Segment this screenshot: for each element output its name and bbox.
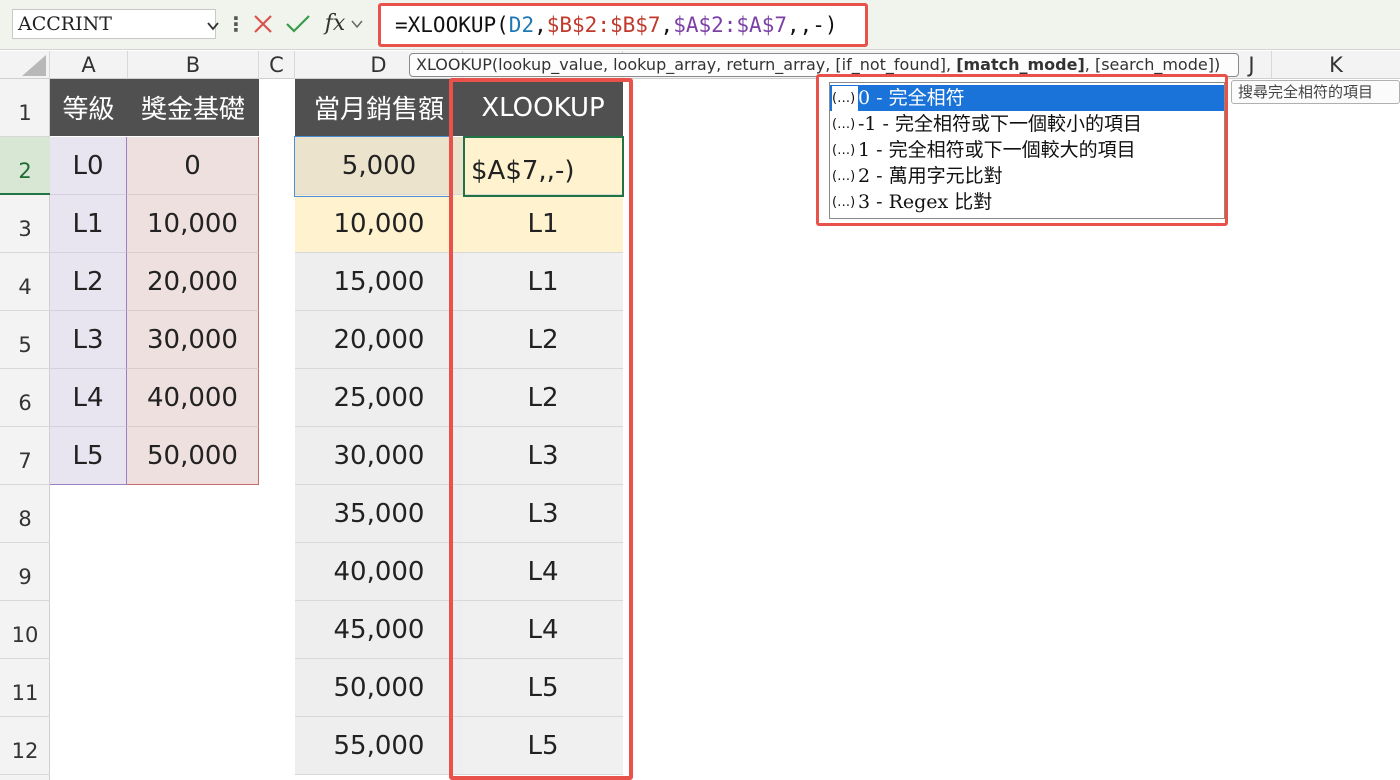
name-box[interactable]: ACCRINT xyxy=(12,9,219,39)
argument-icon: (…) xyxy=(832,195,856,210)
argument-icon: (…) xyxy=(832,169,856,184)
chevron-down-icon[interactable] xyxy=(207,20,219,32)
formula-comma: , xyxy=(660,13,674,37)
cell-e10[interactable]: L4 xyxy=(463,601,623,659)
match-mode-option-0[interactable]: (…) 0 - 完全相符 xyxy=(830,85,1224,112)
cell-d9[interactable]: 40,000 xyxy=(295,543,463,601)
cell-b2[interactable]: 0 xyxy=(127,137,259,195)
row-header-5[interactable]: 5 xyxy=(0,311,50,369)
cell-e5[interactable]: L2 xyxy=(463,311,623,369)
match-mode-option-label: 2 - 萬用字元比對 xyxy=(858,165,1003,187)
row-header-2[interactable]: 2 xyxy=(0,137,50,195)
row-header-10[interactable]: 10 xyxy=(0,601,50,659)
formula-ref-return-array: $A$2:$A$7 xyxy=(673,13,787,37)
cell-d7[interactable]: 30,000 xyxy=(295,427,463,485)
formula-input[interactable]: =XLOOKUP(D2,$B$2:$B$7,$A$2:$A$7,,-) xyxy=(378,3,868,47)
cell-e11[interactable]: L5 xyxy=(463,659,623,717)
match-mode-dropdown: (…) 0 - 完全相符 (…) -1 - 完全相符或下一個較小的項目 (…) 1 -… xyxy=(816,74,1228,226)
formula-comma: , xyxy=(534,13,547,37)
formula-fn: =XLOOKUP( xyxy=(395,13,509,37)
cell-b4[interactable]: 20,000 xyxy=(127,253,259,311)
row-header-11[interactable]: 11 xyxy=(0,659,50,717)
cell-a5[interactable]: L3 xyxy=(50,311,127,369)
cell-a3[interactable]: L1 xyxy=(50,195,127,253)
formula-bar: ACCRINT ⋮ fx =XLOOKUP(D2,$B$2:$B$7,$A$2:… xyxy=(0,0,1400,50)
cell-d6[interactable]: 25,000 xyxy=(295,369,463,427)
check-icon[interactable] xyxy=(285,9,311,39)
row-header-12[interactable]: 12 xyxy=(0,717,50,775)
formula-ref-lookup-value: D2 xyxy=(508,13,535,37)
match-mode-option-1[interactable]: (…) 1 - 完全相符或下一個較大的項目 xyxy=(830,137,1224,163)
cell-e7[interactable]: L3 xyxy=(463,427,623,485)
cell-a7[interactable]: L5 xyxy=(50,427,127,485)
table1-header-grade[interactable]: 等級 xyxy=(50,79,127,136)
close-icon[interactable] xyxy=(251,9,275,39)
row-header-6[interactable]: 6 xyxy=(0,369,50,427)
cell-b6[interactable]: 40,000 xyxy=(127,369,259,427)
formula-ref-lookup-array: $B$2:$B$7 xyxy=(546,13,661,37)
match-mode-option-label: 3 - Regex 比對 xyxy=(858,191,993,213)
cell-d3[interactable]: 10,000 xyxy=(295,195,463,253)
chevron-down-icon[interactable] xyxy=(350,9,364,39)
argument-icon: (…) xyxy=(832,143,856,158)
cell-a4[interactable]: L2 xyxy=(50,253,127,311)
cell-e3[interactable]: L1 xyxy=(463,195,623,253)
cell-e6[interactable]: L2 xyxy=(463,369,623,427)
table1-header-bonus[interactable]: 獎金基礎 xyxy=(127,79,259,136)
cell-d10[interactable]: 45,000 xyxy=(295,601,463,659)
row-header-column: 1 2 3 4 5 6 7 8 9 10 11 12 xyxy=(0,79,50,780)
cell-d12[interactable]: 55,000 xyxy=(295,717,463,775)
column-header-b[interactable]: B xyxy=(128,51,259,79)
match-mode-option-2[interactable]: (…) 2 - 萬用字元比對 xyxy=(830,163,1224,189)
cell-d4[interactable]: 15,000 xyxy=(295,253,463,311)
cell-d2[interactable]: 5,000 xyxy=(295,137,463,195)
more-options-icon[interactable]: ⋮ xyxy=(226,9,246,39)
cell-b5[interactable]: 30,000 xyxy=(127,311,259,369)
row-header-9[interactable]: 9 xyxy=(0,543,50,601)
match-mode-list: (…) 0 - 完全相符 (…) -1 - 完全相符或下一個較小的項目 (…) 1 -… xyxy=(829,82,1225,219)
syntax-suffix: , [search_mode]) xyxy=(1084,55,1221,74)
argument-icon: (…) xyxy=(832,117,856,132)
cell-a6[interactable]: L4 xyxy=(50,369,127,427)
cell-e4[interactable]: L1 xyxy=(463,253,623,311)
cell-a2[interactable]: L0 xyxy=(50,137,127,195)
cell-e2-edit-text: $A$7,,-) xyxy=(471,156,575,186)
cell-e8[interactable]: L3 xyxy=(463,485,623,543)
insert-function-icon[interactable]: fx xyxy=(322,9,348,39)
row-header-7[interactable]: 7 xyxy=(0,427,50,485)
cell-e12[interactable]: L5 xyxy=(463,717,623,775)
cell-e9[interactable]: L4 xyxy=(463,543,623,601)
row-header-8[interactable]: 8 xyxy=(0,485,50,543)
match-mode-option-minus1[interactable]: (…) -1 - 完全相符或下一個較小的項目 xyxy=(830,111,1224,137)
formula-tail: ,,-) xyxy=(787,13,838,37)
select-all-button[interactable] xyxy=(0,51,50,79)
syntax-prefix: XLOOKUP(lookup_value, lookup_array, retu… xyxy=(416,55,957,74)
match-mode-option-3[interactable]: (…) 3 - Regex 比對 xyxy=(830,189,1224,215)
row-header-4[interactable]: 4 xyxy=(0,253,50,311)
cell-d5[interactable]: 20,000 xyxy=(295,311,463,369)
column-header-a[interactable]: A xyxy=(50,51,128,79)
match-mode-option-label: 0 - 完全相符 xyxy=(858,87,965,109)
cell-e2-editing[interactable]: $A$7,,-) xyxy=(463,137,623,195)
match-mode-option-label: 1 - 完全相符或下一個較大的項目 xyxy=(858,139,1136,161)
row-header-1[interactable]: 1 xyxy=(0,79,50,137)
cell-b3[interactable]: 10,000 xyxy=(127,195,259,253)
column-header-k[interactable]: K xyxy=(1272,51,1400,79)
row-header-3[interactable]: 3 xyxy=(0,195,50,253)
match-mode-hint-tooltip: 搜尋完全相符的項目 xyxy=(1231,80,1400,104)
table2-header-xlookup[interactable]: XLOOKUP xyxy=(463,79,623,136)
cell-b7[interactable]: 50,000 xyxy=(127,427,259,485)
name-box-value: ACCRINT xyxy=(18,13,112,35)
table2-header-sales[interactable]: 當月銷售額 xyxy=(295,79,463,136)
cell-d8[interactable]: 35,000 xyxy=(295,485,463,543)
match-mode-option-label: -1 - 完全相符或下一個較小的項目 xyxy=(858,113,1143,135)
syntax-current-argument[interactable]: [match_mode] xyxy=(956,55,1085,74)
column-header-c[interactable]: C xyxy=(259,51,295,79)
cell-d11[interactable]: 50,000 xyxy=(295,659,463,717)
argument-icon: (…) xyxy=(832,86,858,112)
